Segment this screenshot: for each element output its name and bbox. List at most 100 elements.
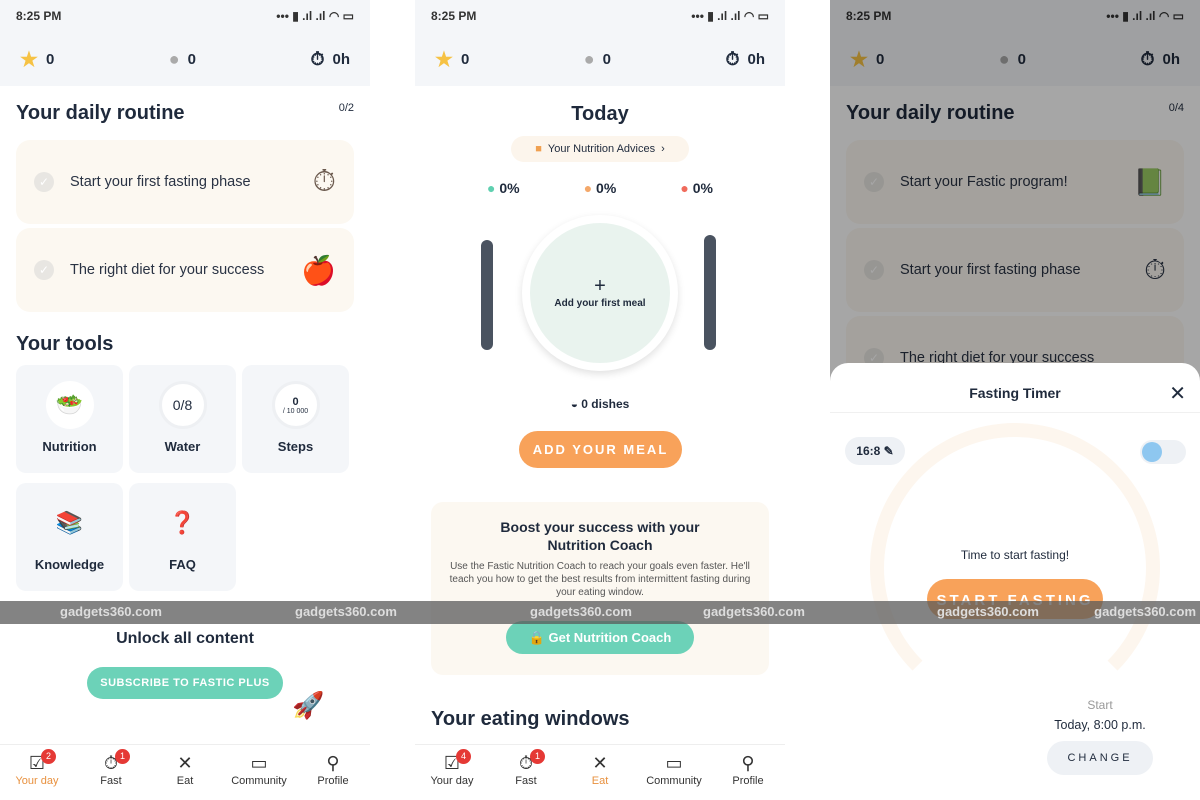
- timer-ring: [870, 423, 1160, 713]
- tool-knowledge[interactable]: 📚 Knowledge: [16, 483, 123, 591]
- checklist-icon: ☑: [28, 753, 46, 773]
- add-meal-button[interactable]: ADD YOUR MEAL: [519, 431, 682, 468]
- faq-icon: ❓: [168, 510, 197, 535]
- dishes-count: ◒ 0 dishes: [570, 397, 630, 411]
- checklist-icon: ☑: [443, 753, 461, 773]
- today-title: Today: [571, 103, 629, 125]
- task-label: Start your first fasting phase: [70, 174, 251, 190]
- stopwatch-icon: ⏱: [310, 48, 325, 69]
- watermark: gadgets360.com: [1094, 604, 1196, 619]
- get-coach-button[interactable]: 🔒 Get Nutrition Coach: [506, 621, 694, 654]
- tool-label: FAQ: [169, 557, 196, 572]
- tool-label: Steps: [277, 439, 314, 454]
- star-icon: ★: [20, 48, 38, 71]
- subscribe-button[interactable]: SUBSCRIBE TO FASTIC PLUS: [87, 667, 283, 699]
- toggle-knob: [1142, 442, 1162, 462]
- tool-water[interactable]: 0/8 Water: [129, 365, 236, 473]
- advice-label: Your Nutrition Advices: [547, 143, 656, 155]
- water-progress: 0/8: [158, 381, 207, 429]
- steps-value: 0: [292, 395, 299, 408]
- star-icon: ★: [435, 48, 453, 71]
- nav-community[interactable]: ▭ Community: [644, 753, 704, 800]
- nav-label: Your day: [430, 775, 474, 787]
- tool-label: Nutrition: [42, 439, 97, 454]
- tool-label: Knowledge: [34, 557, 105, 572]
- panel-fasting-timer: 8:25 PM ••• ▮ .ıl .ıl ◠ ▭ ★ 0 ● 0 ⏱ 0h Your …: [830, 0, 1200, 800]
- nav-fast[interactable]: ⏱ 1 Fast: [81, 749, 141, 800]
- task-card[interactable]: ✓ Start your first fasting phase ⏱: [16, 140, 354, 224]
- chevron-right-icon: ›: [661, 143, 665, 155]
- nav-label: Profile: [317, 775, 349, 787]
- unlock-title: Unlock all content: [116, 630, 254, 647]
- nav-label: Community: [646, 775, 702, 787]
- status-bar: 8:25 PM ••• ▮ .ıl .ıl ◠ ▭: [0, 0, 370, 32]
- tool-steps[interactable]: 0/ 10 000 Steps: [242, 365, 349, 473]
- nutrition-advices-button[interactable]: ■ Your Nutrition Advices ›: [511, 136, 689, 162]
- status-bar: 8:25 PM ••• ▮ .ıl .ıl ◠ ▭: [415, 0, 785, 32]
- nav-label: Community: [231, 775, 287, 787]
- coach-button-label: Get Nutrition Coach: [548, 630, 672, 645]
- task-card[interactable]: ✓ The right diet for your success 🍎: [16, 228, 354, 312]
- flame-icon: ●: [168, 48, 180, 69]
- tool-label: Water: [164, 439, 201, 454]
- stars-count: 0: [45, 50, 55, 68]
- nav-eat[interactable]: ✕ Eat: [155, 753, 215, 800]
- change-button[interactable]: CHANGE: [1047, 741, 1153, 775]
- flame-icon: ●: [583, 48, 595, 69]
- routine-progress: 0/2: [338, 102, 354, 114]
- nav-label: Your day: [15, 775, 59, 787]
- watermark: gadgets360.com: [60, 604, 162, 619]
- steps-goal: / 10 000: [282, 407, 309, 415]
- utensils-icon: ✕: [177, 753, 193, 773]
- watermark: gadgets360.com: [530, 604, 632, 619]
- streak-count: 0: [187, 50, 196, 68]
- nav-eat[interactable]: ✕ Eat: [570, 753, 630, 800]
- status-time: 8:25 PM: [16, 9, 62, 23]
- sheet-title: Fasting Timer: [830, 363, 1200, 413]
- stats-bar: ★ 0 ● 0 ⏱ 0h: [0, 32, 370, 86]
- nav-label: Fast: [515, 775, 537, 787]
- status-icons: ••• ▮ .ıl .ıl ◠ ▭: [691, 9, 769, 23]
- steps-progress: 0/ 10 000: [271, 381, 320, 429]
- rocket-icon: 🚀: [292, 690, 325, 720]
- badge: 1: [530, 749, 545, 764]
- knife-icon: [704, 235, 716, 350]
- toggle-switch[interactable]: [1140, 440, 1186, 464]
- stopwatch-icon: ⏱: [312, 165, 336, 198]
- add-meal-plate[interactable]: + Add your first meal: [522, 215, 678, 371]
- plan-selector[interactable]: 16:8 ✎: [845, 437, 905, 465]
- stopwatch-icon: ⏱: [103, 753, 119, 773]
- start-time: Today, 8:00 p.m.: [1054, 718, 1146, 732]
- lock-icon: 🔒: [528, 630, 545, 645]
- tool-nutrition[interactable]: 🥗 Nutrition: [16, 365, 123, 473]
- tools-title: Your tools: [16, 333, 114, 355]
- timer-message: Time to start fasting!: [960, 548, 1070, 562]
- person-icon: ⚲: [326, 753, 340, 773]
- badge: 2: [41, 749, 56, 764]
- close-icon[interactable]: ✕: [1169, 381, 1186, 406]
- status-icons: ••• ▮ .ıl .ıl ◠ ▭: [276, 9, 354, 23]
- nav-label: Profile: [732, 775, 764, 787]
- nav-community[interactable]: ▭ Community: [229, 753, 289, 800]
- bottom-nav: ☑ 4 Your day ⏱ 1 Fast ✕ Eat ▭ Community ⚲ Profi…: [415, 744, 785, 800]
- bowl-icon: ◒: [570, 397, 578, 411]
- check-icon: ✓: [34, 172, 54, 192]
- panel-eat: 8:25 PM ••• ▮ .ıl .ıl ◠ ▭ ★ 0 ● 0 ⏱ 0h Today…: [415, 0, 785, 800]
- nav-fast[interactable]: ⏱ 1 Fast: [496, 749, 556, 800]
- person-icon: ⚲: [741, 753, 755, 773]
- eating-windows-title: Your eating windows: [431, 708, 630, 730]
- nav-profile[interactable]: ⚲ Profile: [718, 753, 778, 800]
- chat-icon: ▭: [250, 753, 268, 773]
- nav-your-day[interactable]: ☑ 4 Your day: [422, 749, 482, 800]
- fasting-timer-sheet: Fasting Timer ✕ 16:8 ✎ Time to start fas…: [830, 363, 1200, 800]
- status-time: 8:25 PM: [431, 9, 477, 23]
- coach-text: Use the Fastic Nutrition Coach to reach …: [449, 561, 751, 598]
- tool-faq[interactable]: ❓ FAQ: [129, 483, 236, 591]
- stopwatch-icon: ⏱: [725, 48, 740, 69]
- routine-title: Your daily routine: [16, 102, 185, 124]
- macro-summary: ● 0% ● 0% ● 0%: [415, 180, 785, 196]
- nav-profile[interactable]: ⚲ Profile: [303, 753, 363, 800]
- plan-label: 16:8: [856, 444, 881, 458]
- nav-your-day[interactable]: ☑ 2 Your day: [7, 749, 67, 800]
- check-icon: ✓: [34, 260, 54, 280]
